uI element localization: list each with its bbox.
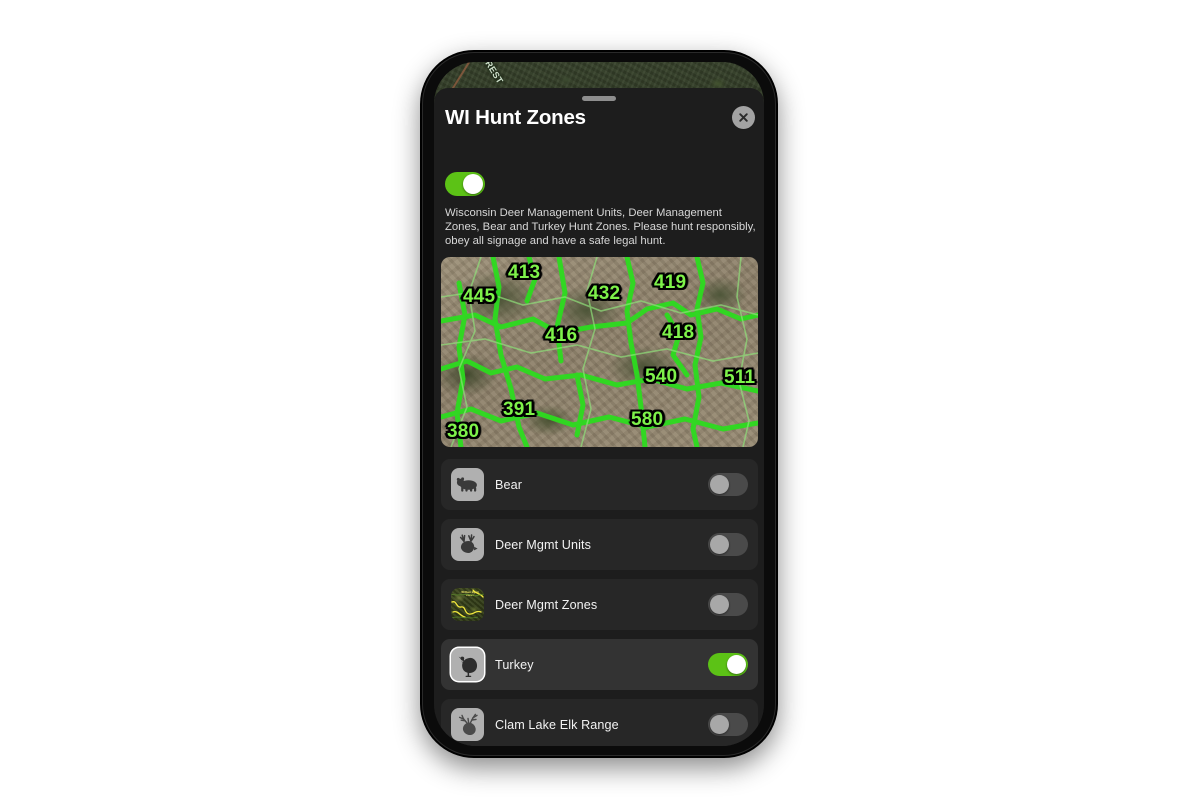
bear-icon (451, 468, 484, 501)
phone-screen: OREST WI Hunt Zones Wisconsin Deer Manag… (434, 62, 764, 746)
map-thumbnail-icon: WI Deer Mgmt Zones (451, 588, 484, 621)
layer-row-deer-mgmt-zones[interactable]: WI Deer Mgmt Zones Deer Mgmt Zones (441, 579, 758, 630)
sheet-header: WI Hunt Zones (434, 106, 764, 146)
screenshot-root: OREST WI Hunt Zones Wisconsin Deer Manag… (0, 0, 1197, 800)
zone-boundary-overlay (441, 257, 758, 447)
layer-toggle-deer-mgmt-zones[interactable] (708, 593, 748, 616)
sheet-drag-handle[interactable] (582, 96, 616, 101)
layer-label: Deer Mgmt Units (495, 537, 591, 552)
layer-label: Bear (495, 477, 523, 492)
master-toggle-knob (463, 174, 483, 194)
close-button[interactable] (732, 106, 755, 129)
layer-label: Clam Lake Elk Range (495, 717, 619, 732)
layer-list: Bear Deer Mgmt Units WI Deer Mgmt Zones … (441, 459, 758, 746)
layer-row-bear[interactable]: Bear (441, 459, 758, 510)
deer-head-icon (451, 528, 484, 561)
trail-label: OREST (479, 62, 506, 86)
layer-row-deer-mgmt-units[interactable]: Deer Mgmt Units (441, 519, 758, 570)
layer-toggle-deer-mgmt-units[interactable] (708, 533, 748, 556)
turkey-icon (451, 648, 484, 681)
layer-toggle-turkey[interactable] (708, 653, 748, 676)
master-toggle-wrap (445, 172, 485, 196)
page-title: WI Hunt Zones (445, 106, 586, 129)
toggle-knob (727, 655, 746, 674)
toggle-knob (710, 535, 729, 554)
layer-row-clam-lake-elk-range[interactable]: Clam Lake Elk Range (441, 699, 758, 746)
toggle-knob (710, 715, 729, 734)
layer-row-turkey[interactable]: Turkey (441, 639, 758, 690)
close-icon (738, 112, 749, 123)
layer-toggle-clam-lake-elk-range[interactable] (708, 713, 748, 736)
layer-toggle-bear[interactable] (708, 473, 748, 496)
map-preview-image[interactable]: 413 445 432 419 416 418 540 511 391 580 380 (441, 257, 758, 447)
toggle-knob (710, 595, 729, 614)
elk-head-icon (451, 708, 484, 741)
master-toggle[interactable] (445, 172, 485, 196)
layer-label: Turkey (495, 657, 534, 672)
layer-description: Wisconsin Deer Management Units, Deer Ma… (445, 207, 756, 248)
layer-label: Deer Mgmt Zones (495, 597, 598, 612)
hunt-zones-sheet: WI Hunt Zones Wisconsin Deer Management … (434, 88, 764, 746)
toggle-knob (710, 475, 729, 494)
